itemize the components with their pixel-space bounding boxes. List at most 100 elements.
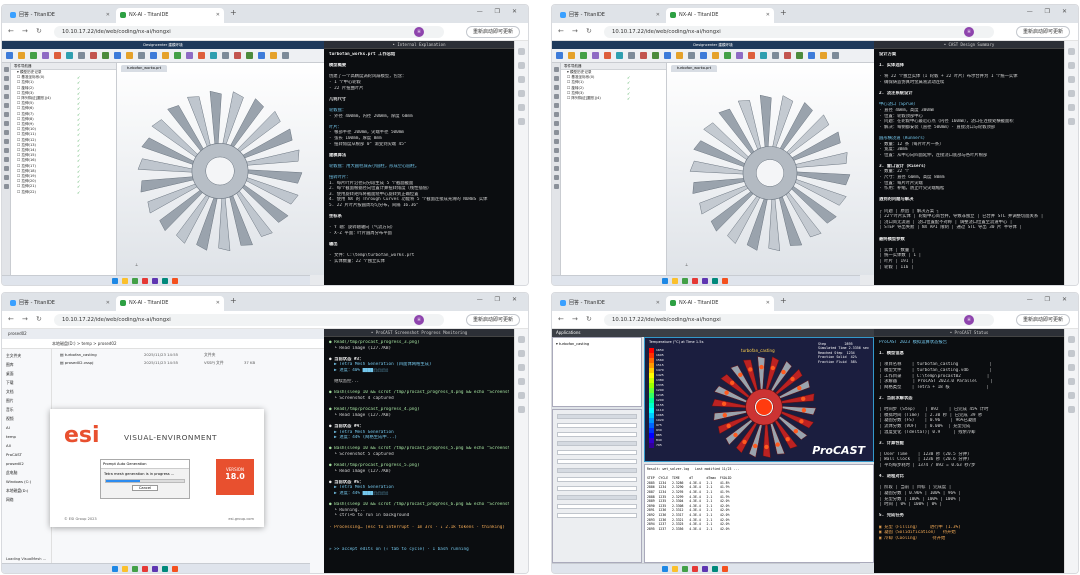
resource-bar-icon[interactable] [4, 175, 9, 180]
explorer-nav-item[interactable]: 文档 [6, 387, 51, 396]
explorer-nav-item[interactable]: 主文件夹 [6, 351, 51, 360]
control-row[interactable] [557, 423, 637, 428]
resource-bar-icon[interactable] [554, 121, 559, 126]
control-row[interactable] [557, 441, 637, 446]
ribbon-tool-icon[interactable] [6, 52, 13, 59]
control-row[interactable] [557, 495, 637, 500]
ribbon-tool-icon[interactable] [246, 52, 253, 59]
activity-icon[interactable] [518, 392, 525, 399]
activity-icon[interactable] [518, 90, 525, 97]
url-input[interactable]: 10.10.17.22/ide/web/coding/nx-ai/hongxi [54, 314, 444, 326]
update-reload-button[interactable]: 重新启动即可更新 [465, 314, 520, 326]
url-input[interactable]: 10.10.17.22/ide/web/coding/nx-ai/hongxi [54, 26, 444, 38]
window-controls[interactable]: — ❐ ✕ [477, 8, 522, 15]
activity-icon[interactable] [1068, 378, 1075, 385]
ribbon-tool-icon[interactable] [162, 52, 169, 59]
window-controls[interactable]: — ❐ ✕ [477, 296, 522, 303]
explorer-nav-item[interactable]: ProCAST [6, 450, 51, 459]
explorer-tab-title[interactable]: prosed02 [8, 331, 27, 336]
browser-tab-answer[interactable]: 回答 - TitanIDE ✕ [556, 8, 664, 23]
resource-bar-icon[interactable] [4, 130, 9, 135]
resource-bar-icon[interactable] [554, 67, 559, 72]
resource-bar-icon[interactable] [554, 157, 559, 162]
explorer-nav-item[interactable]: 下载 [6, 378, 51, 387]
ribbon-tool-icon[interactable] [210, 52, 217, 59]
taskbar-app-icon[interactable] [692, 566, 698, 572]
resource-bar-icon[interactable] [4, 184, 9, 189]
activity-icon[interactable] [1068, 350, 1075, 357]
ribbon-tool-icon[interactable] [772, 52, 779, 59]
forward-icon[interactable]: → [22, 315, 28, 323]
resource-bar-icon[interactable] [554, 184, 559, 189]
ribbon-tool-icon[interactable] [604, 52, 611, 59]
taskbar-app-icon[interactable] [702, 278, 708, 284]
tree-root[interactable]: ▾ turbofan_casting [556, 341, 638, 347]
activity-icon[interactable] [1068, 392, 1075, 399]
activity-icon[interactable] [1068, 62, 1075, 69]
ribbon-tool-icon[interactable] [54, 52, 61, 59]
file-row[interactable]: ▤ prosed02.vsspj 2025/11/23 14:55 VSSPJ 文件… [54, 359, 320, 367]
ribbon-tool-icon[interactable] [18, 52, 25, 59]
ribbon-tool-icon[interactable] [150, 52, 157, 59]
applications-menu[interactable]: Applications [556, 330, 580, 335]
browser-tab-nx-ai[interactable]: NX-AI - TitanIDE ✕ [116, 8, 224, 23]
tab-close-icon[interactable]: ✕ [216, 8, 220, 23]
new-tab-icon[interactable]: + [230, 8, 237, 17]
resource-bar-icon[interactable] [4, 112, 9, 117]
explorer-nav-item[interactable]: 图库 [6, 360, 51, 369]
ribbon-tool-icon[interactable] [736, 52, 743, 59]
activity-icon[interactable] [1068, 336, 1075, 343]
window-controls[interactable]: — ❐ ✕ [1027, 296, 1072, 303]
ribbon-tool-icon[interactable] [784, 52, 791, 59]
ribbon-tool-icon[interactable] [700, 52, 707, 59]
resource-bar-icon[interactable] [4, 166, 9, 171]
resource-bar-icon[interactable] [4, 103, 9, 108]
ribbon-tool-icon[interactable] [114, 52, 121, 59]
resource-bar-icon[interactable] [4, 139, 9, 144]
explorer-nav-item[interactable]: 桌面 [6, 369, 51, 378]
taskbar-app-icon[interactable] [722, 278, 728, 284]
explorer-nav-item[interactable]: temp [6, 432, 51, 441]
taskbar-app-icon[interactable] [682, 278, 688, 284]
resource-bar-icon[interactable] [554, 112, 559, 117]
activity-icon[interactable] [518, 62, 525, 69]
taskbar-app-icon[interactable] [142, 566, 148, 572]
ribbon-tool-icon[interactable] [808, 52, 815, 59]
taskbar-app-icon[interactable] [662, 566, 668, 572]
taskbar-app-icon[interactable] [712, 278, 718, 284]
ribbon-tool-icon[interactable] [568, 52, 575, 59]
explorer-nav-item[interactable]: prosed02 [6, 459, 51, 468]
control-row[interactable] [557, 414, 637, 419]
ribbon-tool-icon[interactable] [282, 52, 289, 59]
tab-close-icon[interactable]: ✕ [766, 296, 770, 311]
tree-item[interactable]: ☐ 阵列特征[圆形](4) ✓ [561, 96, 666, 101]
taskbar-app-icon[interactable] [702, 566, 708, 572]
resource-bar-icon[interactable] [554, 103, 559, 108]
activity-icon[interactable] [1068, 90, 1075, 97]
url-input[interactable]: 10.10.17.22/ide/web/coding/nx-ai/hongxi [604, 26, 994, 38]
new-tab-icon[interactable]: + [230, 296, 237, 305]
reload-icon[interactable]: ↻ [586, 315, 592, 323]
ribbon-tool-icon[interactable] [748, 52, 755, 59]
ribbon-tool-icon[interactable] [258, 52, 265, 59]
taskbar-app-icon[interactable] [712, 566, 718, 572]
update-reload-button[interactable]: 重新启动即可更新 [465, 26, 520, 38]
activity-icon[interactable] [1068, 104, 1075, 111]
resource-bar-icon[interactable] [554, 94, 559, 99]
tab-close-icon[interactable]: ✕ [106, 296, 110, 311]
resource-bar-icon[interactable] [4, 148, 9, 153]
ribbon-tool-icon[interactable] [640, 52, 647, 59]
resource-bar-icon[interactable] [4, 94, 9, 99]
control-row[interactable] [557, 513, 637, 518]
browser-tab-answer[interactable]: 回答 - TitanIDE ✕ [6, 296, 114, 311]
browser-tab-answer[interactable]: 回答 - TitanIDE ✕ [6, 8, 114, 23]
resource-bar-icon[interactable] [4, 85, 9, 90]
control-row[interactable] [557, 504, 637, 509]
taskbar-app-icon[interactable] [112, 278, 118, 284]
tree-item[interactable]: ☐ 拉伸(22) ✓ [11, 190, 116, 195]
view-tab[interactable]: turbofan_worko.prt [671, 65, 718, 72]
forward-icon[interactable]: → [572, 27, 578, 35]
taskbar-app-icon[interactable] [132, 566, 138, 572]
taskbar-app-icon[interactable] [722, 566, 728, 572]
resource-bar-icon[interactable] [554, 139, 559, 144]
